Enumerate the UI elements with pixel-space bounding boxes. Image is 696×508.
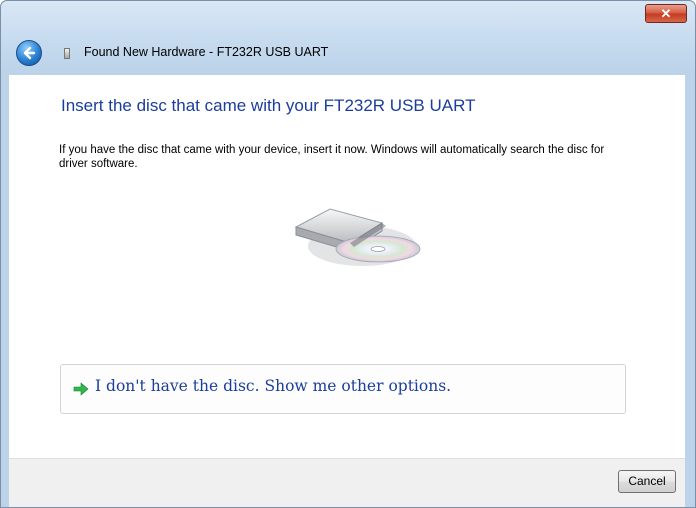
no-disc-option[interactable]: I don't have the disc. Show me other opt… [60,364,626,414]
cancel-button[interactable]: Cancel [618,470,676,493]
page-heading: Insert the disc that came with your FT23… [61,96,476,115]
wizard-content: Insert the disc that came with your FT23… [9,75,685,458]
wizard-footer: Cancel [9,458,685,507]
back-arrow-icon [23,46,36,60]
title-bar: ✕ [1,1,695,31]
disc-drive-icon [294,208,421,266]
wizard-nav-bar: Found New Hardware - FT232R USB UART [1,31,695,71]
found-new-hardware-window: ✕ Found New Hardware - FT232R USB UART I… [0,0,696,508]
close-icon: ✕ [660,6,672,21]
back-button[interactable] [16,40,42,66]
window-title: Found New Hardware - FT232R USB UART [84,45,329,59]
no-disc-option-label: I don't have the disc. Show me other opt… [95,377,452,395]
instruction-text: If you have the disc that came with your… [59,144,605,170]
usb-device-icon [64,48,70,59]
green-arrow-icon [73,382,89,396]
close-button[interactable]: ✕ [645,4,687,23]
